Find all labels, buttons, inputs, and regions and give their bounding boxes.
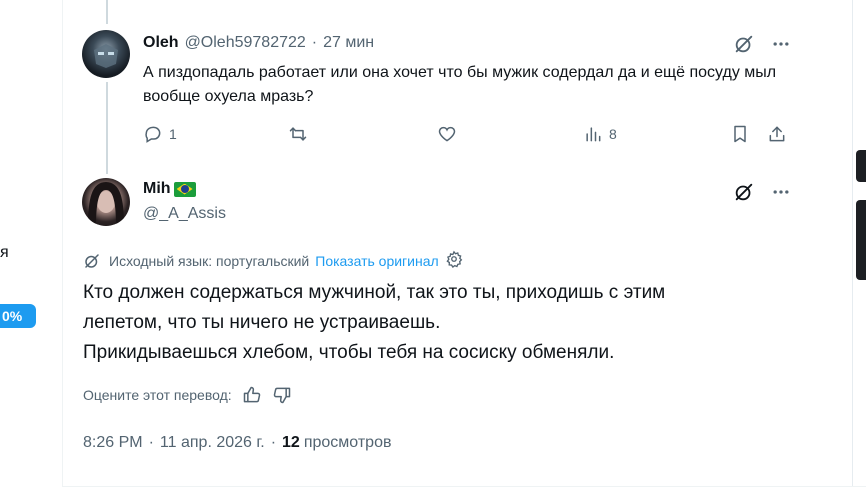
sidebar-percent-badge[interactable]: 0% [0,304,36,328]
translate-icon [85,253,99,268]
thumbs-up-icon[interactable] [242,385,262,405]
reply-header: Oleh @Oleh59782722 · 27 мин [143,34,374,52]
author-name[interactable]: Oleh [143,34,179,52]
tweet-text-line: лепетом, что ты ничего не устраиваешь. [83,312,441,333]
thread-connector-line [106,0,108,24]
show-original-link[interactable]: Показать оригинал [315,253,438,269]
author-name-row[interactable]: Mih [143,180,196,198]
views-count: 8 [609,126,617,142]
tweet-text-line: Кто должен содержаться мужчиной, так это… [83,282,666,303]
views-label: просмотров [303,434,392,451]
reply-action-bar: 1 8 [143,124,788,148]
right-panel-fragment [856,150,866,182]
tweet-text: Кто должен содержаться мужчиной, так это… [83,278,803,368]
views-button[interactable]: 8 [583,124,617,144]
gear-icon[interactable] [445,250,471,271]
thread-connector-line [106,82,108,174]
separator-dot: · [311,34,318,51]
tweet-date[interactable]: 11 апр. 2026 г. [160,434,265,452]
more-icon[interactable] [771,182,791,207]
tweet-thread-view: я 0% Oleh @Oleh59782722 · 27 мин А пиздо… [0,0,866,487]
translation-notice: Исходный язык: португальский Показать ор… [83,250,471,271]
author-name[interactable]: Mih [143,180,171,198]
views-chart-icon [586,127,601,142]
share-button[interactable] [767,124,787,144]
reply-button[interactable]: 1 [143,124,177,144]
separator-dot: · [270,434,277,451]
tweet-text-line: Прикидываешься хлебом, чтобы тебя на сос… [83,342,615,363]
reply-count: 1 [169,126,177,142]
retweet-button[interactable] [288,124,308,144]
more-icon[interactable] [771,34,791,59]
avatar[interactable] [82,30,130,78]
reply-text: А пиздопадаль работает или она хочет что… [143,64,777,105]
reply-icon [145,126,161,143]
thumbs-down-icon[interactable] [272,385,292,405]
rate-translation-label: Оцените этот перевод: [83,387,232,403]
views-count: 12 [282,434,300,451]
retweet-icon [289,127,307,141]
bookmark-icon [734,125,746,143]
separator-dot: · [148,434,154,451]
grok-icon[interactable] [733,33,755,60]
reply-top-actions [733,33,791,60]
focal-top-actions [733,181,791,208]
heart-icon [438,126,456,142]
right-column-divider [852,0,853,487]
sidebar-text-fragment: я [0,244,9,261]
author-handle[interactable]: @_A_Assis [143,205,226,223]
like-button[interactable] [437,124,457,144]
bookmark-button[interactable] [730,124,750,144]
tweet-time[interactable]: 8:26 PM [83,434,143,452]
grok-icon[interactable] [733,181,755,208]
right-panel-fragment [856,200,866,280]
avatar[interactable] [82,178,130,226]
author-handle[interactable]: @Oleh59782722 [185,34,306,52]
brazil-flag-icon [173,181,196,197]
share-icon [769,126,785,142]
reply-time[interactable]: 27 мин [323,34,374,52]
column-divider [62,0,63,487]
source-language-label: Исходный язык: португальский [109,252,310,269]
tweet-meta: 8:26 PM · 11 апр. 2026 г. · 12 просмотро… [83,434,391,452]
rate-translation-row: Оцените этот перевод: [83,385,292,405]
